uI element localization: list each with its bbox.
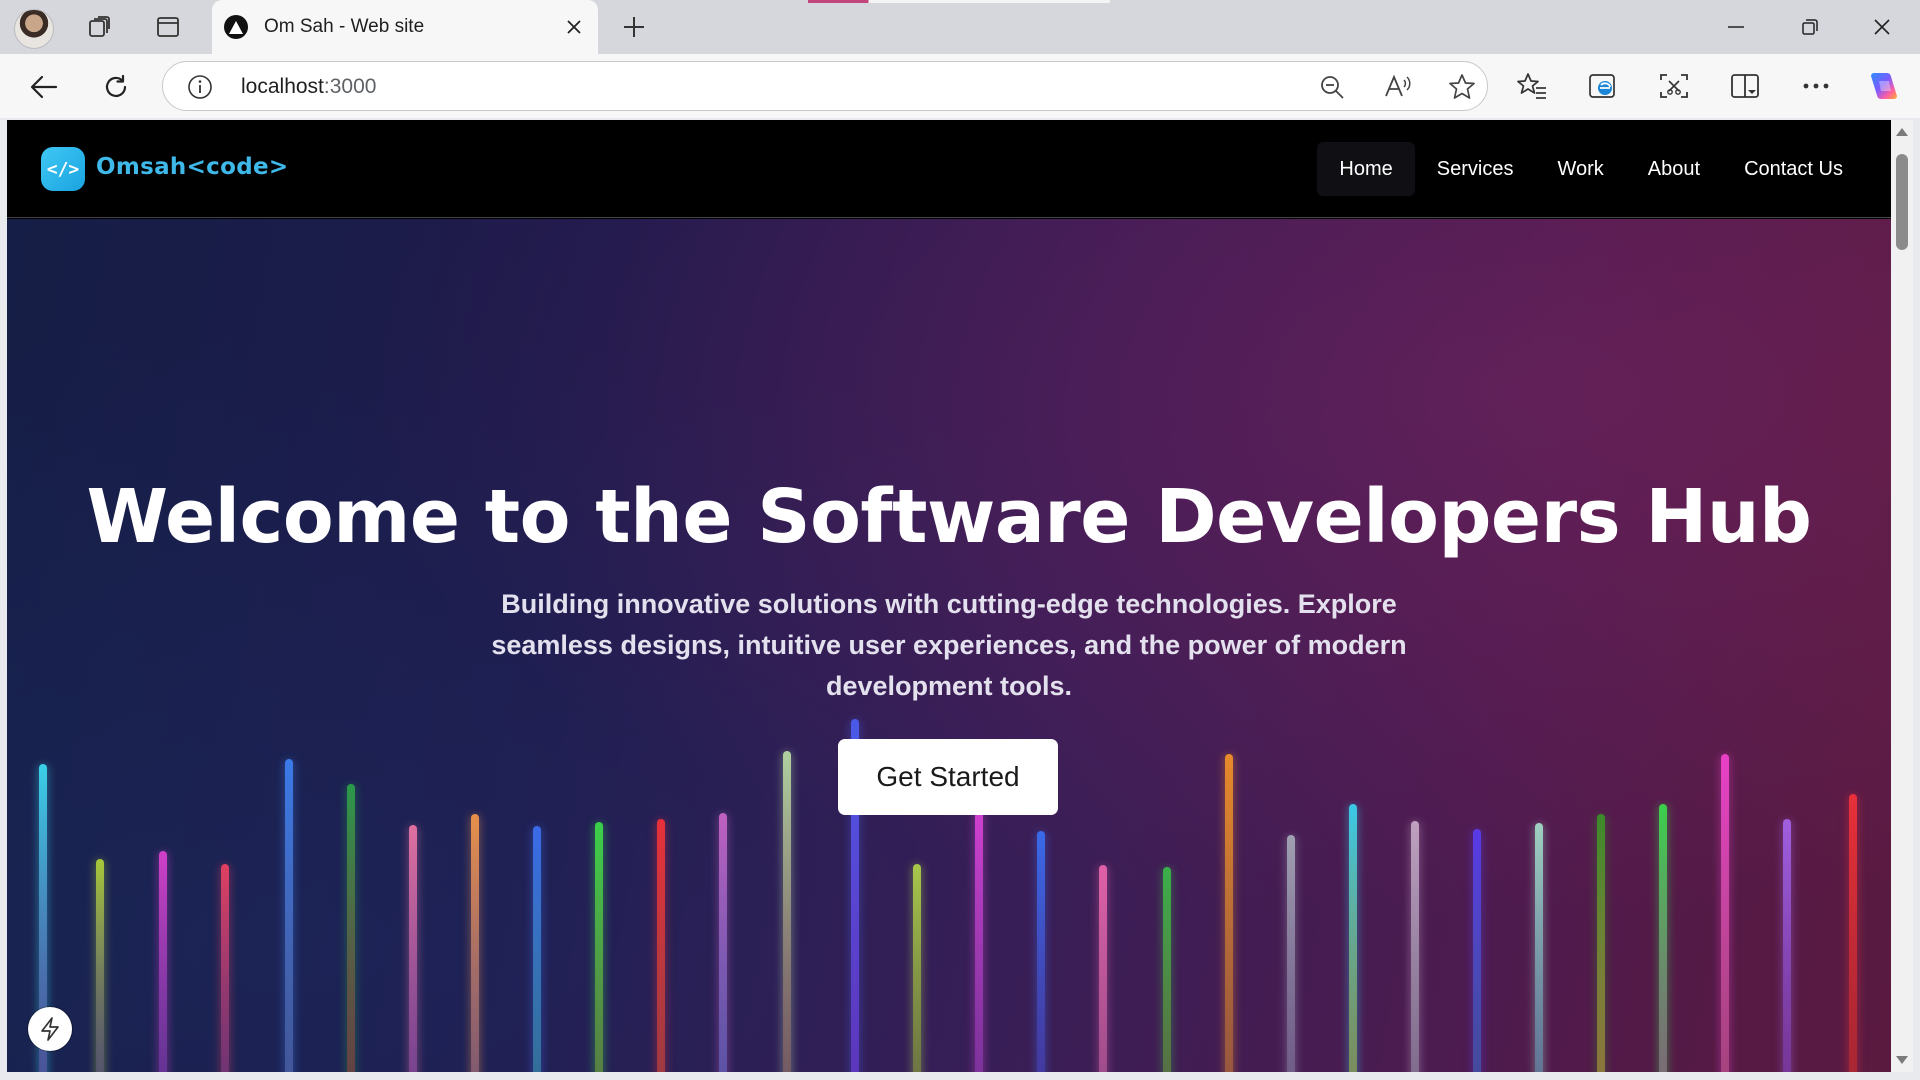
- hero-title: Welcome to the Software Developers Hub: [86, 474, 1812, 560]
- light-bar: [1163, 867, 1171, 1072]
- light-bar: [1721, 754, 1729, 1072]
- site-info-icon[interactable]: [187, 74, 213, 100]
- address-bar[interactable]: localhost:3000: [162, 61, 1488, 111]
- tab-actions-icon[interactable]: [150, 10, 186, 44]
- profile-avatar[interactable]: [14, 9, 54, 49]
- light-bar: [96, 859, 104, 1072]
- light-bar: [657, 819, 665, 1072]
- light-bar: [719, 813, 727, 1072]
- split-screen-icon[interactable]: [1727, 68, 1763, 104]
- light-bar: [1099, 865, 1107, 1072]
- get-started-button[interactable]: Get Started: [838, 739, 1058, 815]
- lightning-icon[interactable]: [28, 1007, 72, 1051]
- triangle-icon: [224, 15, 248, 39]
- nav-link-services[interactable]: Services: [1415, 142, 1536, 196]
- light-bar: [221, 864, 229, 1072]
- light-bar: [533, 826, 541, 1072]
- refresh-icon[interactable]: [97, 68, 135, 106]
- hero-subtitle: Building innovative solutions with cutti…: [491, 589, 1407, 701]
- read-aloud-icon[interactable]: [1383, 72, 1413, 102]
- light-bar: [1037, 831, 1045, 1072]
- light-bar: [285, 759, 293, 1072]
- light-bar: [1411, 821, 1419, 1072]
- light-bar: [1225, 754, 1233, 1072]
- zoom-out-icon[interactable]: [1317, 72, 1347, 102]
- more-options-icon[interactable]: [1798, 68, 1834, 104]
- light-bar: [975, 811, 983, 1072]
- light-bar: [1783, 819, 1791, 1072]
- back-arrow-icon[interactable]: [25, 68, 63, 106]
- light-bar: [1473, 829, 1481, 1072]
- site-nav-links: Home Services Work About Contact Us: [1317, 142, 1865, 196]
- site-navbar: </> Omsah<code> Home Services Work About…: [7, 120, 1891, 218]
- tab-title: Om Sah - Web site: [264, 16, 425, 37]
- collections-icon[interactable]: [82, 10, 118, 44]
- nav-link-home[interactable]: Home: [1317, 142, 1415, 196]
- scroll-up-arrow-icon[interactable]: [1896, 128, 1908, 136]
- light-bar: [1659, 804, 1667, 1072]
- new-tab-button[interactable]: [616, 9, 652, 45]
- favorites-icon[interactable]: [1514, 68, 1550, 104]
- light-bar: [159, 851, 167, 1072]
- nav-link-about[interactable]: About: [1626, 142, 1722, 196]
- active-tab[interactable]: Om Sah - Web site: [212, 0, 598, 54]
- hero-section: Welcome to the Software Developers Hub B…: [7, 219, 1891, 1072]
- copilot-icon[interactable]: [1866, 68, 1902, 104]
- light-bar: [1349, 804, 1357, 1072]
- browser-tab-bar: Om Sah - Web site: [0, 0, 1920, 54]
- screenshot-icon[interactable]: [1656, 68, 1692, 104]
- light-bar: [1597, 814, 1605, 1072]
- favorite-star-icon[interactable]: [1447, 72, 1477, 102]
- internet-explorer-mode-icon[interactable]: [1585, 68, 1621, 104]
- tab-strip-indicator: [808, 0, 1110, 3]
- light-bar: [471, 814, 479, 1072]
- close-window-button[interactable]: [1852, 8, 1912, 46]
- code-icon[interactable]: </>: [41, 147, 85, 191]
- restore-button[interactable]: [1780, 8, 1840, 46]
- page-scrollbar[interactable]: [1891, 120, 1913, 1072]
- light-bar: [347, 784, 355, 1072]
- light-bar: [1849, 794, 1857, 1072]
- light-bar: [1535, 823, 1543, 1072]
- url-text[interactable]: localhost:3000: [241, 75, 376, 99]
- browser-toolbar: localhost:3000: [0, 54, 1920, 118]
- light-bar: [913, 864, 921, 1072]
- scrollbar-thumb[interactable]: [1896, 154, 1908, 250]
- light-bar: [595, 822, 603, 1072]
- scroll-down-arrow-icon[interactable]: [1896, 1056, 1908, 1064]
- site-logo-text[interactable]: Omsah<code>: [96, 154, 288, 180]
- nav-link-contact-us[interactable]: Contact Us: [1722, 142, 1865, 196]
- light-bar: [783, 751, 791, 1072]
- close-icon[interactable]: [560, 13, 588, 41]
- minimize-button[interactable]: [1706, 8, 1766, 46]
- light-bar: [1287, 835, 1295, 1072]
- page-viewport: </> Omsah<code> Home Services Work About…: [7, 120, 1891, 1072]
- nav-link-work[interactable]: Work: [1535, 142, 1625, 196]
- light-bar: [409, 825, 417, 1072]
